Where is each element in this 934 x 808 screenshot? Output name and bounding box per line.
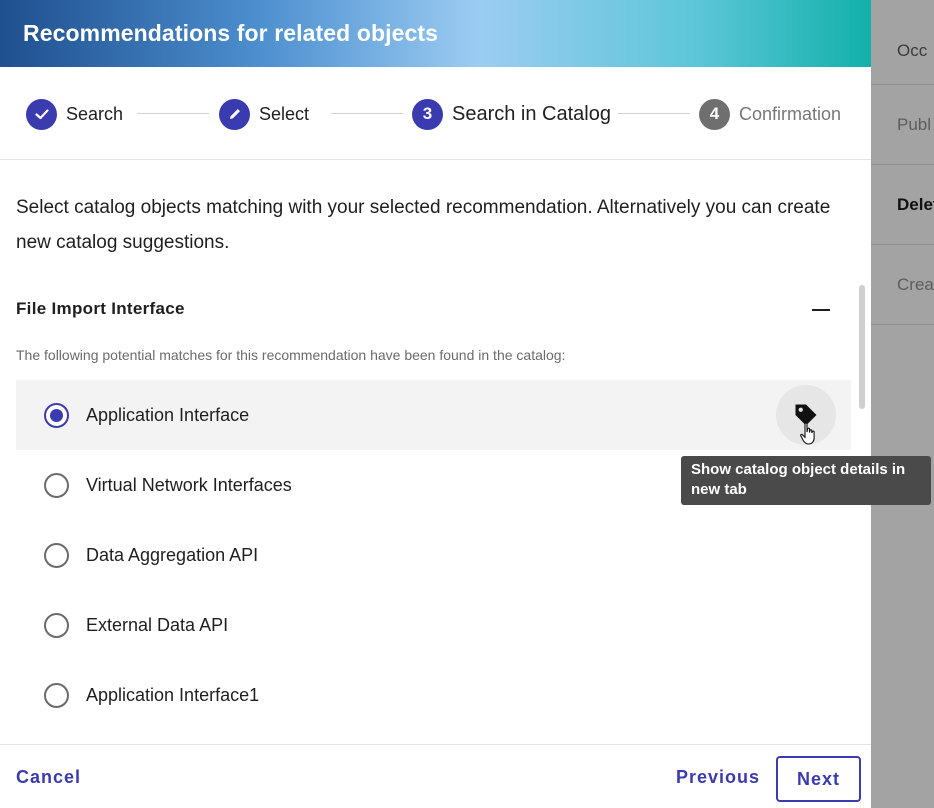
step-connector [137,113,209,114]
background-row: Crea [871,245,934,325]
option-label: Data Aggregation API [86,544,259,565]
radio-button[interactable] [44,472,69,498]
step-search[interactable]: Search [26,98,123,130]
step-number: 4 [699,98,730,130]
pencil-icon [219,98,250,130]
step-label: Confirmation [739,103,842,124]
background-row: Publ [871,85,934,165]
section-title: File Import Interface [16,299,185,318]
dialog-content: Select catalog objects matching with you… [0,160,871,744]
radio-button[interactable] [44,402,69,428]
stepper: Search Select 3 Search in Catalog 4 Conf… [0,67,871,160]
recommendations-dialog: Recommendations for related objects Sear… [0,0,871,808]
radio-button[interactable] [44,612,69,638]
step-number: 3 [412,98,443,130]
step-confirmation[interactable]: 4 Confirmation [699,98,841,130]
option-application-interface1[interactable]: Application Interface1 [16,660,851,730]
intro-text: Select catalog objects matching with you… [16,197,831,253]
option-label: Virtual Network Interfaces [86,474,292,495]
background-row: Occ [871,10,934,85]
section-hint: The following potential matches for this… [16,347,566,363]
collapse-button[interactable] [806,298,836,322]
background-panel: Occ Publ Delet Crea [871,0,934,808]
step-label: Search in Catalog [452,102,611,125]
step-connector [618,113,690,114]
dialog-footer: Cancel Previous Next [0,744,871,808]
tooltip: Show catalog object details in new tab [681,456,931,505]
step-label: Search [66,103,124,124]
background-row: Delet [871,165,934,245]
option-label: Application Interface1 [86,684,260,705]
step-search-in-catalog[interactable]: 3 Search in Catalog [412,98,611,130]
radio-button[interactable] [44,542,69,568]
option-data-aggregation-api[interactable]: Data Aggregation API [16,520,851,590]
cancel-button[interactable]: Cancel [16,767,81,788]
option-label: Application Interface [86,404,250,425]
scrollbar[interactable] [859,285,865,409]
previous-button[interactable]: Previous [676,767,760,788]
check-icon [26,98,57,130]
step-select[interactable]: Select [219,98,309,130]
minus-icon [812,309,830,311]
hand-cursor-icon [800,422,815,445]
step-label: Select [259,103,310,124]
option-label: External Data API [86,614,229,635]
radio-button[interactable] [44,682,69,708]
next-button[interactable]: Next [776,756,861,802]
option-external-data-api[interactable]: External Data API [16,590,851,660]
dialog-header: Recommendations for related objects [0,0,871,67]
option-application-interface[interactable]: Application Interface [16,380,851,450]
step-connector [331,113,403,114]
dialog-title: Recommendations for related objects [23,20,439,46]
